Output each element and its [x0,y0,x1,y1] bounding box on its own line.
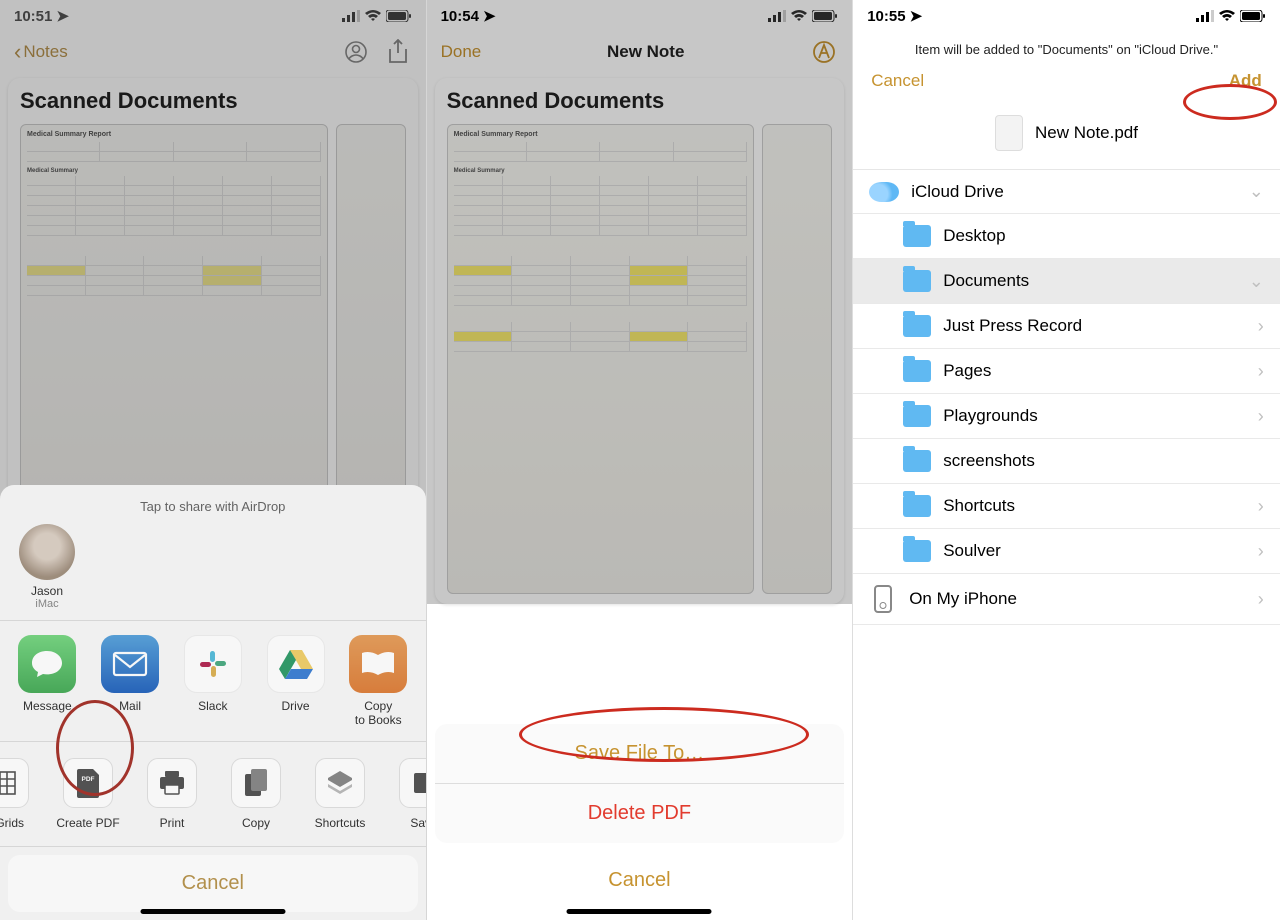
folder-documents[interactable]: Documents⌄ [853,259,1280,304]
locations-list: iCloud Drive ⌄ Desktop Documents⌄ Just P… [853,169,1280,625]
location-icloud[interactable]: iCloud Drive ⌄ [853,170,1280,214]
drive-icon [267,635,325,693]
share-actions: & Grids PDFCreate PDF Print Copy Shortcu… [0,742,426,847]
chevron-right-icon: › [1258,541,1264,562]
chevron-down-icon: ⌄ [1249,271,1264,292]
folder-pages[interactable]: Pages› [853,349,1280,394]
folder-icon [903,495,931,517]
share-apps: Message Mail Slack Drive Copy to Books [0,621,426,742]
action-create-pdf[interactable]: PDFCreate PDF [46,758,130,830]
action-shortcuts[interactable]: Shortcuts [298,758,382,830]
cancel-button[interactable]: Cancel [435,851,845,910]
home-indicator [567,909,712,914]
mail-icon [101,635,159,693]
app-drive[interactable]: Drive [259,635,333,727]
message-icon [18,635,76,693]
svg-text:PDF: PDF [82,776,95,783]
chevron-right-icon: › [1258,361,1264,382]
add-button[interactable]: Add [1229,71,1262,91]
panel-share-sheet: 10:51➤ ‹Notes Scanned Documents Medical … [0,0,427,920]
folder-icon [903,360,931,382]
action-save[interactable]: Save [382,758,426,830]
save-file-button[interactable]: Save File To… [435,724,845,784]
copy-icon [231,758,281,808]
contact-device: iMac [12,598,82,610]
status-bar: 10:55 ➤ [853,0,1280,32]
action-print[interactable]: Print [130,758,214,830]
app-message[interactable]: Message [10,635,84,727]
save-icon [399,758,426,808]
folder-soulver[interactable]: Soulver› [853,529,1280,574]
picker-nav: Cancel Add [853,61,1280,101]
folder-icon [903,225,931,247]
airdrop-contact[interactable]: Jason iMac [12,524,82,610]
folder-icon [903,540,931,562]
print-icon [147,758,197,808]
books-icon [349,635,407,693]
folder-icon [903,270,931,292]
pdf-action-sheet: Save File To… Delete PDF Cancel [435,724,845,920]
action-grids[interactable]: & Grids [0,758,46,830]
folder-icon [903,315,931,337]
phone-icon [874,585,892,613]
contact-name: Jason [12,584,82,598]
location-on-my-iphone[interactable]: On My iPhone› [853,574,1280,625]
chevron-right-icon: › [1258,316,1264,337]
cancel-button[interactable]: Cancel [8,855,418,912]
folder-icon [903,405,931,427]
panel-file-picker: 10:55 ➤ Item will be added to "Documents"… [853,0,1280,920]
shortcuts-icon [315,758,365,808]
chevron-right-icon: › [1258,496,1264,517]
chevron-right-icon: › [1258,589,1264,610]
airdrop-row: Jason iMac [0,524,426,621]
folder-screenshots[interactable]: screenshots [853,439,1280,484]
folder-just-press-record[interactable]: Just Press Record› [853,304,1280,349]
chevron-right-icon: › [1258,406,1264,427]
cancel-button[interactable]: Cancel [871,71,924,91]
folder-shortcuts[interactable]: Shortcuts› [853,484,1280,529]
folder-icon [903,450,931,472]
slack-icon [184,635,242,693]
folder-playgrounds[interactable]: Playgrounds› [853,394,1280,439]
delete-pdf-button[interactable]: Delete PDF [435,784,845,843]
avatar [19,524,75,580]
app-books[interactable]: Copy to Books [341,635,415,727]
location-icon: ➤ [910,7,923,25]
sheet-header: Tap to share with AirDrop [0,495,426,524]
share-sheet: Tap to share with AirDrop Jason iMac Mes… [0,485,426,920]
app-slack[interactable]: Slack [176,635,250,727]
grid-icon [0,758,29,808]
file-preview: New Note.pdf [853,101,1280,169]
action-copy[interactable]: Copy [214,758,298,830]
folder-desktop[interactable]: Desktop [853,214,1280,259]
app-mail[interactable]: Mail [93,635,167,727]
panel-pdf-options: 10:54➤ Done New Note Scanned Documents M… [427,0,854,920]
cloud-icon [869,182,899,202]
pdf-icon: PDF [63,758,113,808]
home-indicator [140,909,285,914]
status-icons [1196,10,1266,22]
destination-message: Item will be added to "Documents" on "iC… [853,32,1280,61]
file-thumbnail [995,115,1023,151]
file-name: New Note.pdf [1035,123,1138,143]
time: 10:55 [867,8,905,25]
chevron-down-icon: ⌄ [1249,181,1264,202]
